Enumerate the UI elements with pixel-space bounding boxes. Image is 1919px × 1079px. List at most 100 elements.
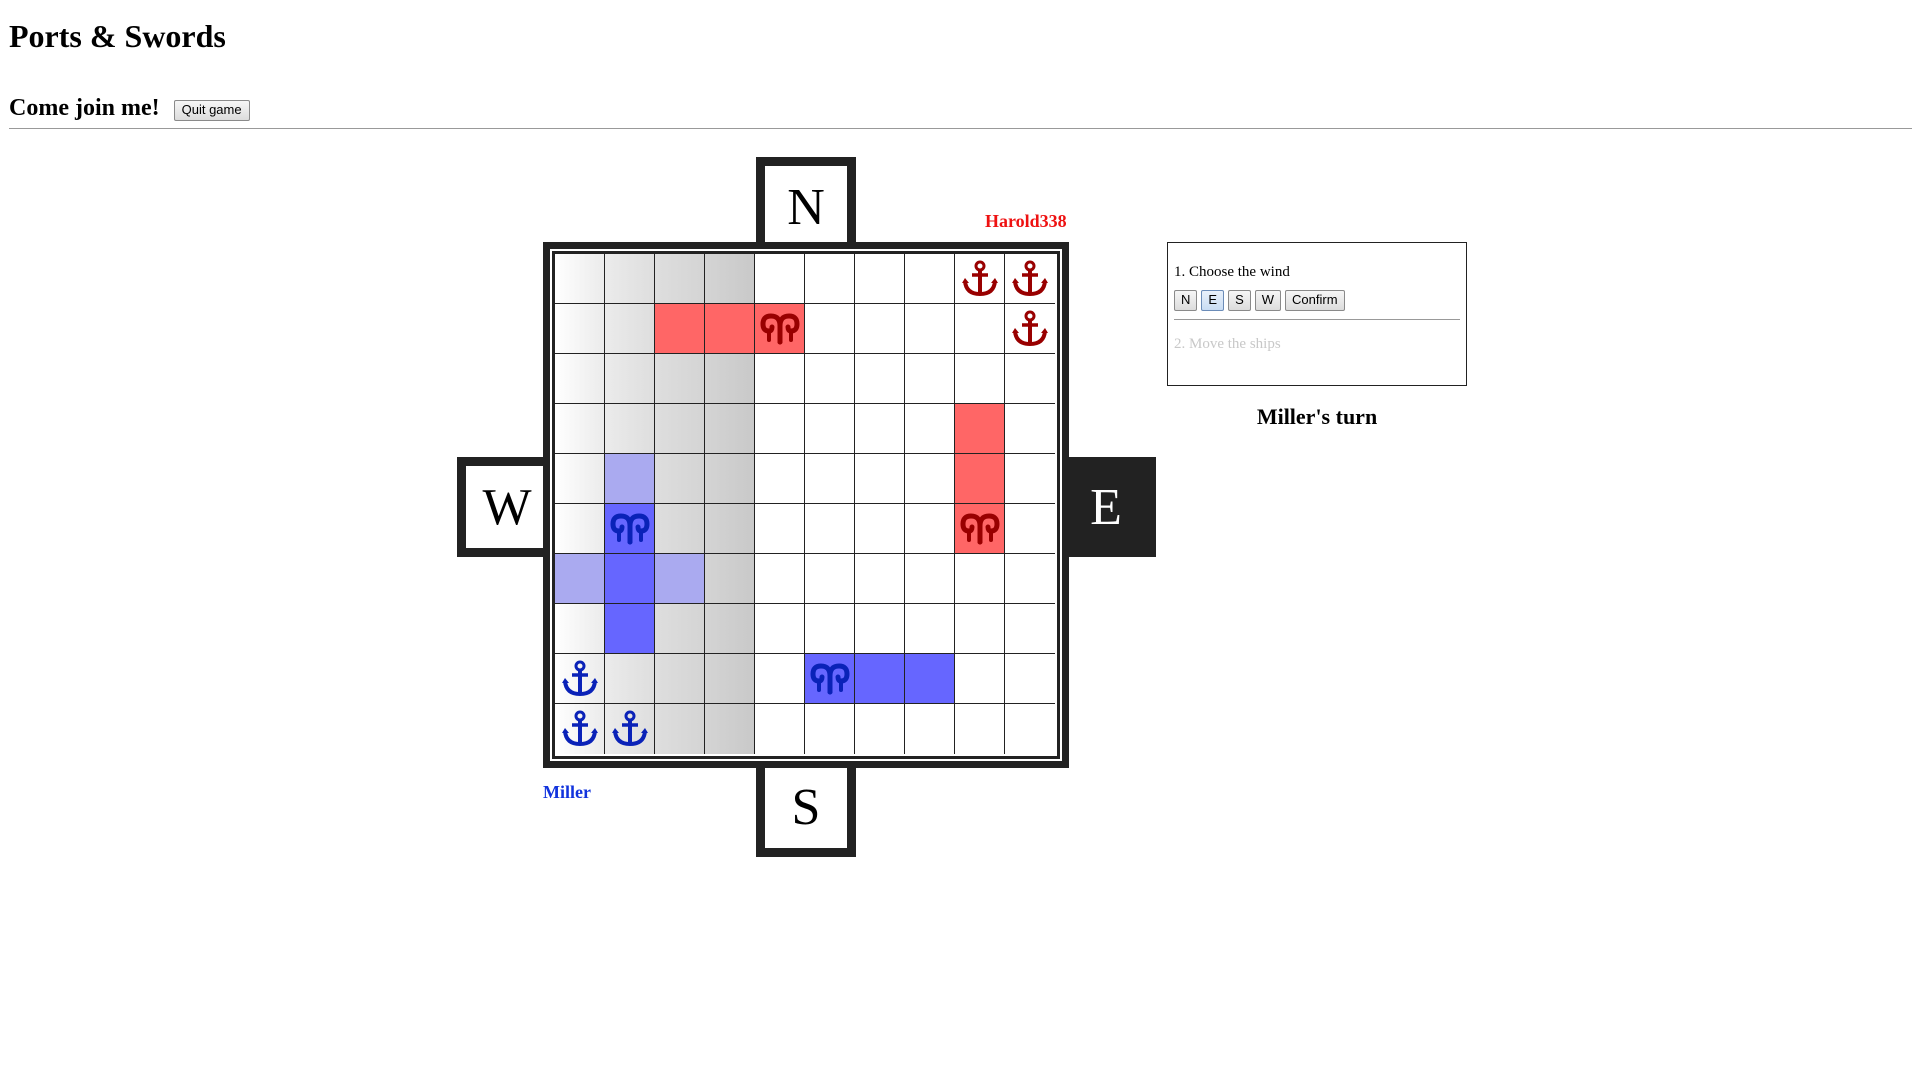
board-cell[interactable] bbox=[555, 504, 605, 554]
board-cell[interactable] bbox=[905, 354, 955, 404]
board-cell[interactable] bbox=[655, 454, 705, 504]
board-cell[interactable] bbox=[805, 554, 855, 604]
board-cell[interactable] bbox=[955, 304, 1005, 354]
red-ship-ram-icon[interactable] bbox=[955, 504, 1005, 554]
board-cell[interactable] bbox=[705, 604, 755, 654]
board-cell[interactable] bbox=[605, 404, 655, 454]
red-ship-ram-icon[interactable] bbox=[755, 304, 805, 354]
board-cell[interactable] bbox=[705, 254, 755, 304]
board-cell[interactable] bbox=[855, 554, 905, 604]
board-cell[interactable] bbox=[855, 504, 905, 554]
compass-south-button[interactable]: S bbox=[756, 757, 856, 857]
red-port-anchor-icon[interactable] bbox=[955, 254, 1005, 304]
board-cell[interactable] bbox=[605, 654, 655, 704]
board-cell[interactable] bbox=[555, 254, 605, 304]
board-cell[interactable] bbox=[905, 254, 955, 304]
board-cell[interactable] bbox=[905, 304, 955, 354]
board-cell[interactable] bbox=[755, 454, 805, 504]
board-cell[interactable] bbox=[805, 354, 855, 404]
board-cell[interactable] bbox=[1005, 604, 1055, 654]
board-cell[interactable] bbox=[655, 554, 705, 604]
board-cell[interactable] bbox=[1005, 354, 1055, 404]
board-cell[interactable] bbox=[805, 254, 855, 304]
board-cell[interactable] bbox=[1005, 554, 1055, 604]
board-cell[interactable] bbox=[855, 454, 905, 504]
confirm-wind-button[interactable]: Confirm bbox=[1285, 290, 1345, 311]
board-cell[interactable] bbox=[955, 554, 1005, 604]
board-cell[interactable] bbox=[805, 304, 855, 354]
board-cell[interactable] bbox=[805, 404, 855, 454]
board-cell[interactable] bbox=[655, 704, 705, 754]
board-cell[interactable] bbox=[955, 354, 1005, 404]
board-cell[interactable] bbox=[655, 254, 705, 304]
board-cell[interactable] bbox=[905, 654, 955, 704]
board-cell[interactable] bbox=[1005, 654, 1055, 704]
board-cell[interactable] bbox=[705, 654, 755, 704]
board-cell[interactable] bbox=[605, 354, 655, 404]
board-cell[interactable] bbox=[905, 604, 955, 654]
board-cell[interactable] bbox=[555, 604, 605, 654]
board-cell[interactable] bbox=[955, 654, 1005, 704]
board-cell[interactable] bbox=[855, 304, 905, 354]
board-cell[interactable] bbox=[905, 554, 955, 604]
board-cell[interactable] bbox=[605, 454, 655, 504]
board-cell[interactable] bbox=[955, 454, 1005, 504]
board-cell[interactable] bbox=[705, 304, 755, 354]
compass-east-button[interactable]: E bbox=[1056, 457, 1156, 557]
board-cell[interactable] bbox=[1005, 504, 1055, 554]
board-cell[interactable] bbox=[555, 554, 605, 604]
board-cell[interactable] bbox=[705, 554, 755, 604]
board-cell[interactable] bbox=[655, 654, 705, 704]
red-port-anchor-icon[interactable] bbox=[1005, 304, 1055, 354]
wind-e-button[interactable]: E bbox=[1201, 290, 1225, 311]
wind-n-button[interactable]: N bbox=[1174, 290, 1198, 311]
board-cell[interactable] bbox=[905, 504, 955, 554]
board-cell[interactable] bbox=[805, 704, 855, 754]
red-port-anchor-icon[interactable] bbox=[1005, 254, 1055, 304]
blue-ship-ram-icon[interactable] bbox=[805, 654, 855, 704]
board-cell[interactable] bbox=[655, 304, 705, 354]
board-cell[interactable] bbox=[805, 504, 855, 554]
board-cell[interactable] bbox=[605, 554, 655, 604]
board-cell[interactable] bbox=[755, 654, 805, 704]
board-cell[interactable] bbox=[755, 354, 805, 404]
board-cell[interactable] bbox=[755, 504, 805, 554]
board-cell[interactable] bbox=[555, 454, 605, 504]
board-cell[interactable] bbox=[755, 554, 805, 604]
quit-game-button[interactable]: Quit game bbox=[173, 100, 250, 121]
wind-s-button[interactable]: S bbox=[1228, 290, 1251, 311]
board-cell[interactable] bbox=[905, 404, 955, 454]
board-cell[interactable] bbox=[605, 604, 655, 654]
blue-port-anchor-icon[interactable] bbox=[605, 704, 655, 754]
board-cell[interactable] bbox=[705, 504, 755, 554]
board-cell[interactable] bbox=[1005, 404, 1055, 454]
board-cell[interactable] bbox=[555, 304, 605, 354]
board-cell[interactable] bbox=[805, 454, 855, 504]
board-cell[interactable] bbox=[605, 304, 655, 354]
board-cell[interactable] bbox=[705, 354, 755, 404]
board-cell[interactable] bbox=[705, 454, 755, 504]
board-cell[interactable] bbox=[655, 404, 705, 454]
board-cell[interactable] bbox=[755, 704, 805, 754]
board-cell[interactable] bbox=[755, 404, 805, 454]
board-cell[interactable] bbox=[655, 504, 705, 554]
board-cell[interactable] bbox=[855, 404, 905, 454]
board-cell[interactable] bbox=[855, 654, 905, 704]
blue-port-anchor-icon[interactable] bbox=[555, 654, 605, 704]
board-cell[interactable] bbox=[555, 354, 605, 404]
board-cell[interactable] bbox=[755, 604, 805, 654]
board-cell[interactable] bbox=[1005, 704, 1055, 754]
board-cell[interactable] bbox=[955, 404, 1005, 454]
board-cell[interactable] bbox=[905, 704, 955, 754]
board-cell[interactable] bbox=[955, 704, 1005, 754]
board-cell[interactable] bbox=[855, 704, 905, 754]
board-cell[interactable] bbox=[855, 354, 905, 404]
wind-w-button[interactable]: W bbox=[1254, 290, 1282, 311]
board-cell[interactable] bbox=[705, 704, 755, 754]
blue-port-anchor-icon[interactable] bbox=[555, 704, 605, 754]
board-cell[interactable] bbox=[705, 404, 755, 454]
board-cell[interactable] bbox=[905, 454, 955, 504]
board-cell[interactable] bbox=[1005, 454, 1055, 504]
board-cell[interactable] bbox=[955, 604, 1005, 654]
blue-ship-ram-icon[interactable] bbox=[605, 504, 655, 554]
